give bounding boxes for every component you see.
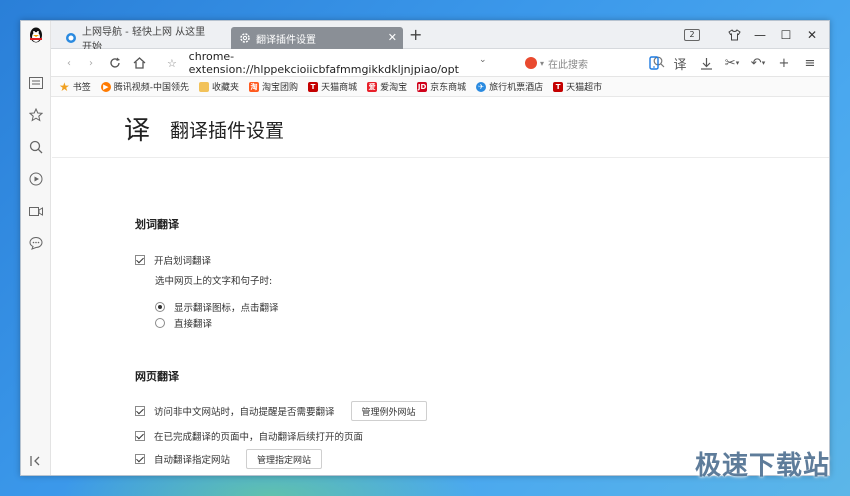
forward-button[interactable]: › (81, 53, 101, 73)
globe-icon (66, 33, 76, 43)
window-controls: 2 — ☐ ✕ (679, 23, 825, 47)
tmall-icon: T (308, 81, 319, 92)
gear-icon (240, 33, 250, 43)
favorites-star-icon[interactable] (26, 105, 46, 125)
add-icon[interactable]: + (771, 53, 797, 73)
camera-icon[interactable] (26, 201, 46, 221)
search-placeholder: 在此搜索 (548, 59, 589, 71)
tencent-video-icon: ▶ (100, 81, 111, 92)
sogou-search-icon[interactable] (525, 57, 537, 69)
word-translate-hint: 选中网页上的文字和句子时: (155, 276, 273, 287)
address-dropdown-icon[interactable]: ⌄ (479, 55, 487, 65)
option-direct-row[interactable]: 直接翻译 (155, 316, 212, 330)
browser-window: 上网导航 - 轻快上网 从这里开始 翻译插件设置 ✕ + 2 — ☐ ✕ ‹ › (20, 20, 830, 476)
tab-translate-settings[interactable]: 翻译插件设置 ✕ (231, 27, 403, 49)
bookmark-item[interactable]: ★ 书签 (59, 80, 91, 94)
video-play-icon[interactable] (26, 169, 46, 189)
collapse-sidebar-icon[interactable] (26, 451, 46, 471)
address-bar[interactable]: ☆ chrome-extension://hlppekcioiicbfafmmg… (167, 50, 497, 76)
page-title: 翻译插件设置 (170, 120, 285, 142)
toolbar: ‹ › ☆ chrome-extension://hlppekcioiicbfa… (51, 49, 829, 77)
scissors-icon[interactable]: ✂ ▾ (719, 53, 745, 73)
phone-icon[interactable] (641, 53, 667, 73)
aitaobao-icon: 爱 (367, 81, 378, 92)
auto-specified-checkbox[interactable] (135, 454, 145, 464)
manage-specified-sites-button[interactable]: 管理指定网站 (246, 449, 323, 469)
bookmark-item[interactable]: T 天猫商城 (308, 80, 357, 93)
bookmark-item[interactable]: T 天猫超市 (553, 80, 602, 93)
translate-button[interactable]: 译 (667, 53, 693, 73)
toolbar-tools: 译 ✂ ▾ ↶ ▾ + ≡ (641, 53, 823, 73)
menu-icon[interactable]: ≡ (797, 53, 823, 73)
bookmark-item[interactable]: ✈ 旅行机票酒店 (476, 80, 543, 93)
qq-penguin-icon[interactable] (26, 25, 46, 45)
reader-icon[interactable] (26, 73, 46, 93)
auto-specified-row[interactable]: 自动翻译指定网站 管理指定网站 (135, 449, 323, 469)
star-icon: ★ (59, 79, 70, 94)
close-tab-icon[interactable]: ✕ (388, 31, 397, 44)
auto-continue-row[interactable]: 在已完成翻译的页面中，自动翻译后续打开的页面 (135, 429, 363, 443)
direct-translate-radio[interactable] (155, 318, 165, 328)
watermark: 极速下载站 (694, 451, 830, 481)
search-icon[interactable] (26, 137, 46, 157)
translate-logo: 译 (124, 116, 151, 146)
home-icon[interactable] (129, 53, 149, 73)
travel-icon: ✈ (476, 81, 487, 92)
settings-page: 译 翻译插件设置 划词翻译 开启划词翻译 选中网页上的文字和句子时: 显示翻译图… (52, 98, 829, 475)
address-url: chrome-extension://hlppekcioiicbfafmmgik… (188, 50, 459, 76)
new-tab-button[interactable]: + (409, 25, 422, 44)
taobao-icon: 淘 (249, 81, 260, 92)
close-window-button[interactable]: ✕ (799, 23, 825, 47)
section-title-word-translate: 划词翻译 (135, 218, 179, 231)
bookmark-item[interactable]: ▶ 腾讯视频-中国领先 (100, 80, 189, 93)
minimize-button[interactable]: — (747, 23, 773, 47)
auto-continue-checkbox[interactable] (135, 431, 145, 441)
folder-icon (199, 81, 210, 92)
undo-icon[interactable]: ↶ ▾ (745, 53, 771, 73)
bookmark-item[interactable]: 收藏夹 (199, 80, 239, 93)
bookmark-item[interactable]: 爱 爱淘宝 (367, 80, 407, 93)
tab-navigation[interactable]: 上网导航 - 轻快上网 从这里开始 (57, 27, 223, 53)
manage-exception-sites-button[interactable]: 管理例外网站 (350, 401, 427, 421)
shirt-skin-icon[interactable] (721, 23, 747, 47)
tmall-market-icon: T (553, 81, 564, 92)
show-icon-radio[interactable] (155, 302, 165, 312)
enable-word-translate-checkbox[interactable] (135, 255, 145, 265)
maximize-button[interactable]: ☐ (773, 23, 799, 47)
tab-label: 翻译插件设置 (256, 34, 316, 46)
download-icon[interactable] (693, 53, 719, 73)
option-show-icon-row[interactable]: 显示翻译图标，点击翻译 (155, 300, 279, 314)
tab-counter-badge[interactable]: 2 (679, 23, 705, 47)
sidebar (21, 21, 51, 475)
chat-icon[interactable] (26, 233, 46, 253)
auto-prompt-row[interactable]: 访问非中文网站时，自动提醒是否需要翻译 管理例外网站 (135, 401, 427, 421)
page-header: 译 翻译插件设置 (52, 98, 829, 158)
bookmark-item[interactable]: JD 京东商城 (417, 80, 466, 93)
bookmarks-bar: ★ 书签 ▶ 腾讯视频-中国领先 收藏夹 淘 淘宝团购 T 天猫商城 爱 爱淘宝… (51, 77, 829, 97)
bookmark-star-icon[interactable]: ☆ (167, 57, 181, 70)
jd-icon: JD (417, 81, 428, 92)
tab-strip: 上网导航 - 轻快上网 从这里开始 翻译插件设置 ✕ + 2 — ☐ ✕ (51, 21, 829, 53)
chevron-down-icon[interactable]: ▾ (540, 59, 544, 68)
auto-prompt-checkbox[interactable] (135, 406, 145, 416)
bookmark-item[interactable]: 淘 淘宝团购 (249, 80, 298, 93)
reload-icon[interactable] (105, 53, 125, 73)
enable-word-translate-row[interactable]: 开启划词翻译 (135, 253, 211, 267)
section-title-web-translate: 网页翻译 (135, 370, 179, 383)
back-button[interactable]: ‹ (59, 53, 79, 73)
